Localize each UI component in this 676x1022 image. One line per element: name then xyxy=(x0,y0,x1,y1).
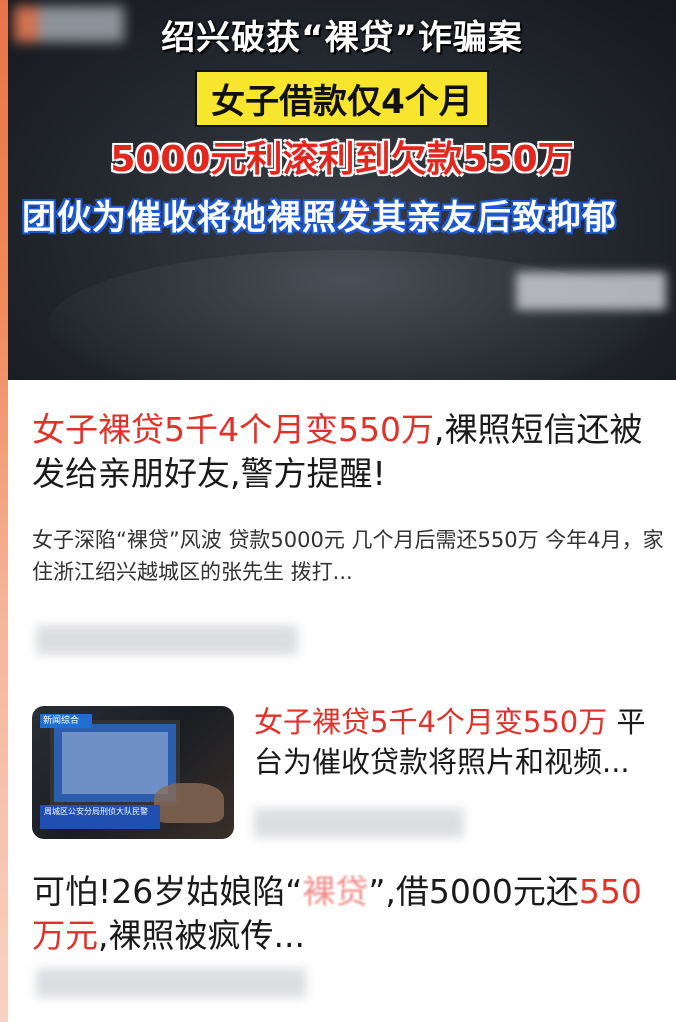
hero-caption-subtitle: 团伙为催收将她裸照发其亲友后致抑郁 xyxy=(22,198,617,238)
feed-item-3-title-part1: 可怕!26岁姑娘陷“ xyxy=(32,872,303,911)
hero-caption-headline: 绍兴破获“裸贷”诈骗案 xyxy=(161,18,523,58)
hero-video-frame[interactable]: 绍兴破获“裸贷”诈骗案 女子借款仅4个月 5000元利滚利到欠款550万 团伙为… xyxy=(8,0,676,380)
feed-item-1-meta-blurred xyxy=(36,625,298,655)
feed-item-2-title-highlight: 女子裸贷5千4个月变550万 xyxy=(254,705,608,739)
feed-item-3-title-faded: 裸贷 xyxy=(302,872,369,911)
feed-item-3-title-part3: ,裸照被疯传... xyxy=(98,916,305,955)
hero-background-car xyxy=(48,250,648,380)
feed-item-3-title[interactable]: 可怕!26岁姑娘陷“裸贷”,借5000元还550万元,裸照被疯传... xyxy=(32,870,672,958)
hero-caption-yellow-banner: 女子借款仅4个月 xyxy=(8,70,676,127)
feed-item-2-title[interactable]: 女子裸贷5千4个月变550万 平台为催收贷款将照片和视频... xyxy=(254,702,674,782)
feed-item-1-summary[interactable]: 女子深陷“裸贷”风波 贷款5000元 几个月后需还550万 今年4月，家住浙江绍… xyxy=(32,524,672,588)
feed-item-3-meta-blurred xyxy=(36,968,306,998)
thumbnail-hand xyxy=(154,783,224,823)
thumbnail-lower-third: 周城区公安分局刑侦大队民警 xyxy=(40,805,160,829)
feed-item-2-thumbnail[interactable]: 新闻综合 周城区公安分局刑侦大队民警 xyxy=(32,706,234,839)
feed-item-1-title[interactable]: 女子裸贷5千4个月变550万,裸照短信还被发给亲朋好友,警方提醒! xyxy=(32,408,672,496)
left-edge-strip xyxy=(0,0,8,1022)
feed-item-2-meta-blurred xyxy=(254,808,464,838)
feed-item-1-title-highlight: 女子裸贷5千4个月变550万 xyxy=(32,410,434,449)
feed-item-3-title-part2: ”,借5000元还 xyxy=(368,872,579,911)
thumbnail-channel-logo: 新闻综合 xyxy=(40,714,92,728)
hero-caption-red-amount: 5000元利滚利到欠款550万 xyxy=(110,139,574,180)
hero-caption-yellow-text: 女子借款仅4个月 xyxy=(195,70,489,127)
blurred-watermark-bottom xyxy=(516,272,666,310)
